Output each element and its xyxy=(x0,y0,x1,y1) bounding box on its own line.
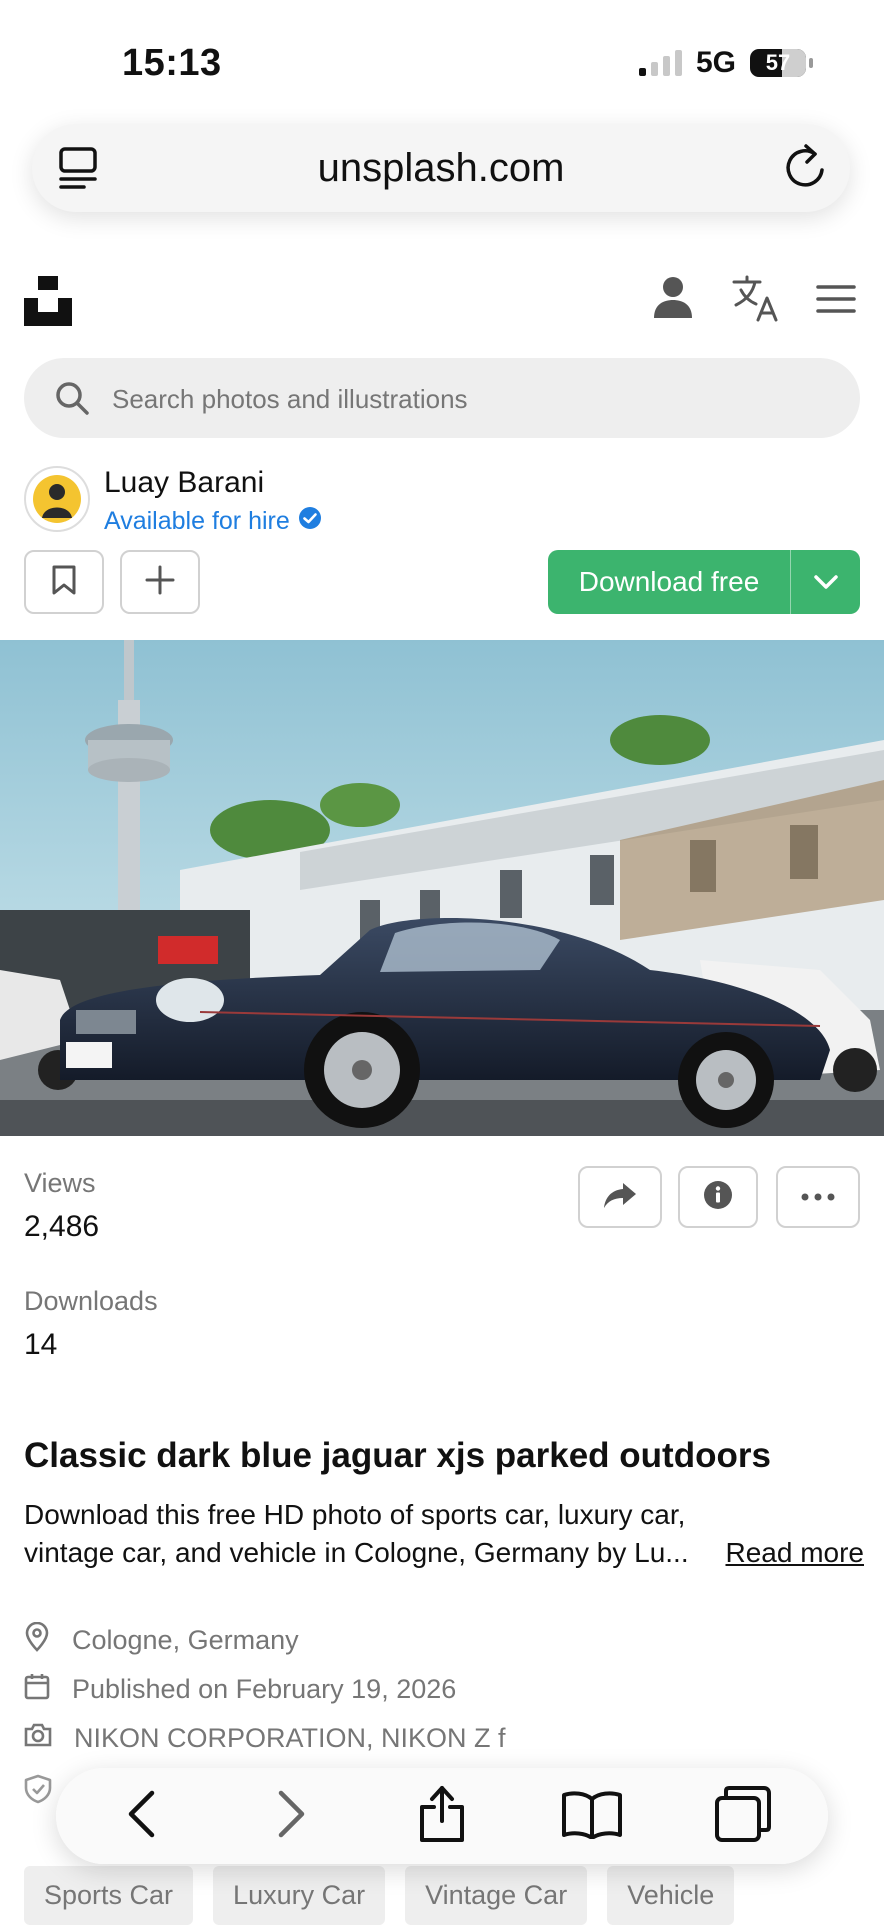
hire-label: Available for hire xyxy=(104,507,290,535)
url-text[interactable]: unsplash.com xyxy=(32,146,850,191)
shield-icon xyxy=(24,1774,52,1809)
downloads-count: 14 xyxy=(24,1328,58,1361)
share-sheet-icon xyxy=(418,1785,466,1848)
battery-level: 57 xyxy=(765,50,791,75)
tag-vehicle[interactable]: Vehicle xyxy=(607,1866,735,1925)
search-input[interactable] xyxy=(110,358,814,440)
add-to-collection-button[interactable] xyxy=(120,550,200,614)
download-button[interactable]: Download free xyxy=(548,550,860,614)
hire-status[interactable]: Available for hire xyxy=(104,506,322,537)
calendar-icon xyxy=(24,1672,50,1707)
main-photo[interactable] xyxy=(0,640,884,1136)
description-line-1: Download this free HD photo of sports ca… xyxy=(24,1499,686,1530)
plus-icon xyxy=(145,565,175,600)
tag-vintage-car[interactable]: Vintage Car xyxy=(405,1866,588,1925)
read-more-link[interactable]: Read more xyxy=(717,1534,864,1572)
tag-luxury-car[interactable]: Luxury Car xyxy=(213,1866,386,1925)
camera-icon xyxy=(24,1722,52,1755)
network-label: 5G xyxy=(695,46,736,79)
bookmarks-icon xyxy=(561,1789,623,1844)
status-indicators: 5G 57 xyxy=(638,46,813,80)
tabs-icon xyxy=(714,1785,772,1848)
share-button[interactable] xyxy=(578,1166,662,1228)
share-icon xyxy=(603,1181,637,1214)
forward-icon xyxy=(277,1790,307,1843)
reload-icon[interactable] xyxy=(782,142,828,197)
tag-list: Sports Car Luxury Car Vintage Car Vehicl… xyxy=(24,1866,735,1925)
photo-description: Download this free HD photo of sports ca… xyxy=(24,1496,864,1572)
location-text[interactable]: Cologne, Germany xyxy=(72,1625,299,1656)
camera-text: NIKON CORPORATION, NIKON Z f xyxy=(74,1723,506,1753)
tabs-button[interactable] xyxy=(693,1776,793,1856)
views-label: Views xyxy=(24,1168,96,1198)
translate-icon[interactable] xyxy=(732,274,780,327)
search-icon xyxy=(54,380,90,421)
views-count: 2,486 xyxy=(24,1210,100,1243)
more-button[interactable] xyxy=(776,1166,860,1228)
share-sheet-button[interactable] xyxy=(392,1776,492,1856)
bookmark-icon xyxy=(51,564,77,601)
chevron-down-icon[interactable] xyxy=(791,574,860,590)
published-date: Published on February 19, 2026 xyxy=(72,1674,457,1704)
back-button[interactable] xyxy=(91,1776,191,1856)
address-bar[interactable]: unsplash.com xyxy=(32,124,850,212)
more-icon xyxy=(801,1188,835,1206)
photo-title: Classic dark blue jaguar xjs parked outd… xyxy=(24,1436,771,1475)
info-icon xyxy=(703,1180,733,1215)
avatar[interactable] xyxy=(24,466,90,532)
bookmark-button[interactable] xyxy=(24,550,104,614)
camera-row: NIKON CORPORATION, NIKON Z f xyxy=(24,1722,506,1755)
search-bar[interactable] xyxy=(24,358,860,440)
menu-icon[interactable] xyxy=(816,284,856,319)
download-label: Download free xyxy=(578,566,760,597)
status-time: 15:13 xyxy=(122,42,222,84)
bookmarks-button[interactable] xyxy=(542,1776,642,1856)
back-icon xyxy=(126,1790,156,1843)
info-button[interactable] xyxy=(678,1166,758,1228)
browser-toolbar xyxy=(56,1768,828,1864)
verified-icon xyxy=(298,506,322,537)
tag-sports-car[interactable]: Sports Car xyxy=(24,1866,194,1925)
published-row: Published on February 19, 2026 xyxy=(24,1672,456,1707)
forward-button[interactable] xyxy=(242,1776,342,1856)
author-name[interactable]: Luay Barani xyxy=(104,466,264,500)
downloads-label: Downloads xyxy=(24,1286,158,1316)
user-icon[interactable] xyxy=(654,276,692,323)
location-row[interactable]: Cologne, Germany xyxy=(24,1621,299,1659)
unsplash-logo[interactable] xyxy=(24,276,72,331)
signal-icon xyxy=(638,50,682,76)
location-icon xyxy=(24,1621,50,1659)
battery-icon: 57 xyxy=(750,49,813,77)
